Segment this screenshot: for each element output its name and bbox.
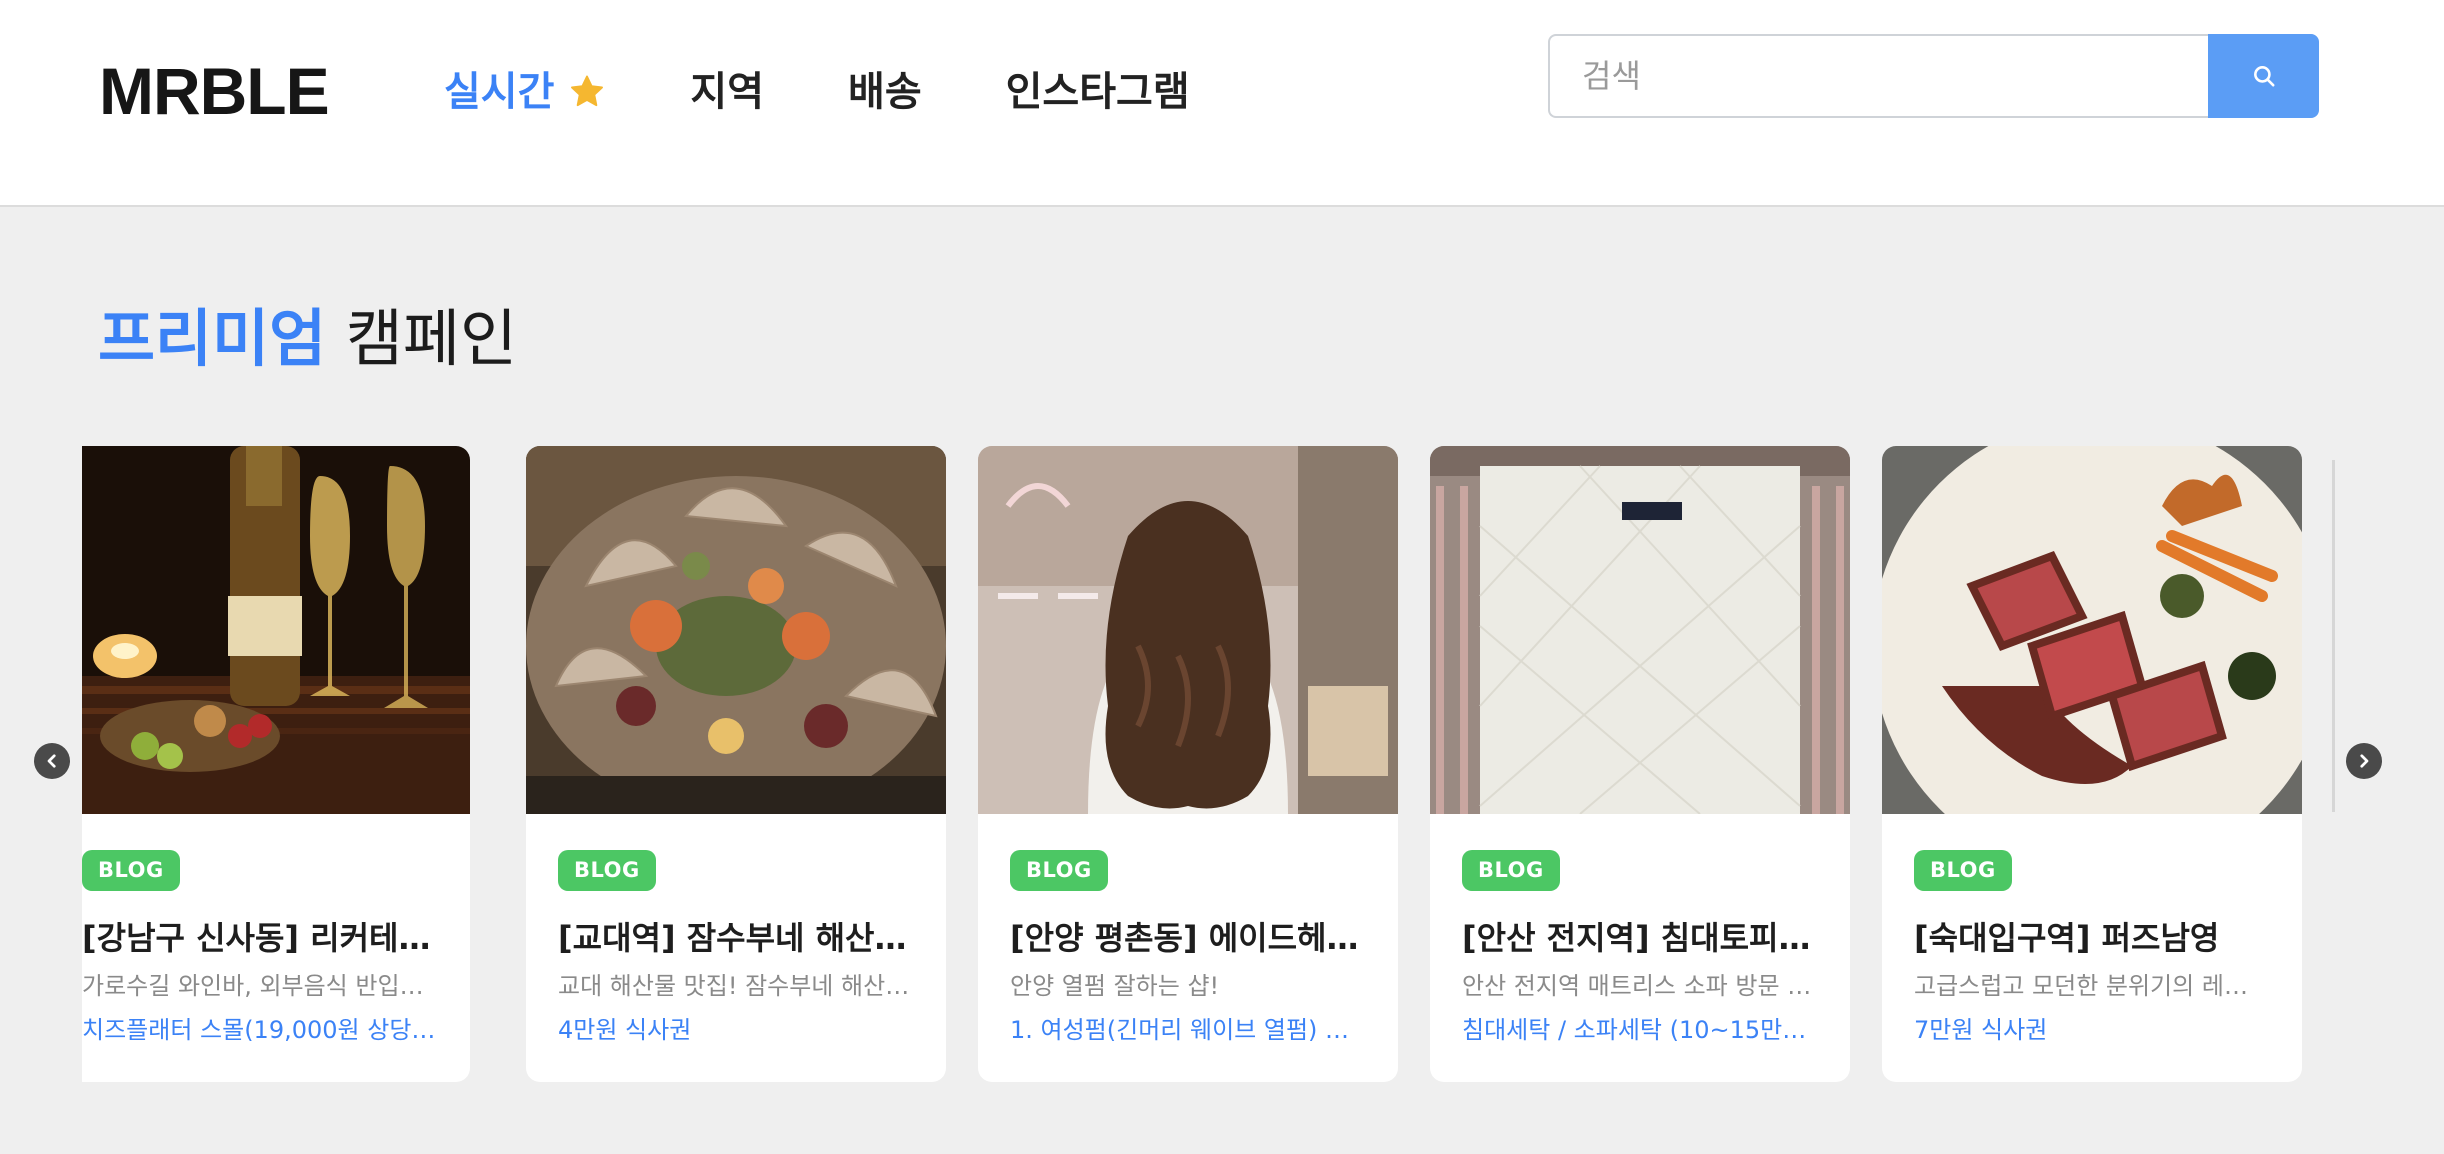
campaign-card[interactable]: BLOG [교대역] 잠수부네 해산물포차 교대 해산물 맛집! 잠수부네 해산… <box>526 446 946 1082</box>
carousel-next-button[interactable] <box>2346 743 2382 779</box>
steak-dish-photo <box>1882 446 2302 814</box>
card-offer: 1. 여성펌(긴머리 웨이브 열펌) = 2회 <box>1010 1015 1366 1044</box>
search-input[interactable] <box>1548 34 2208 118</box>
card-description: 고급스럽고 모던한 분위기의 레스토랑 <box>1914 972 2270 1001</box>
card-description: 안산 전지역 매트리스 소파 방문 청소 <box>1462 972 1818 1001</box>
carousel-prev-button[interactable] <box>34 743 70 779</box>
wine-bar-photo <box>82 446 470 814</box>
campaign-card[interactable]: BLOG [안산 전지역] 침대토피아 안산점 안산 전지역 매트리스 소파 방… <box>1430 446 1850 1082</box>
seafood-platter-photo <box>526 446 946 814</box>
nav-item-label: 지역 <box>690 69 765 115</box>
section-title: 프리미엄 캠페인 <box>98 308 517 370</box>
nav-item-delivery[interactable]: 배송 <box>848 72 922 112</box>
blog-badge: BLOG <box>1914 850 2012 891</box>
blog-badge: BLOG <box>82 850 180 891</box>
section-title-accent: 프리미엄 <box>98 302 327 375</box>
star-icon <box>571 75 604 107</box>
section-title-rest: 캠페인 <box>345 302 518 375</box>
card-title: [교대역] 잠수부네 해산물포차 <box>558 919 914 957</box>
blog-badge: BLOG <box>558 850 656 891</box>
wavy-hair-photo <box>978 446 1398 814</box>
card-offer: 4만원 식사권 <box>558 1015 692 1044</box>
search-icon <box>2253 66 2275 87</box>
main-nav: 실시간 지역 배송 인스타그램 <box>444 64 1274 120</box>
blog-badge: BLOG <box>1010 850 1108 891</box>
chevron-right-icon <box>2360 754 2369 768</box>
search-bar <box>1548 34 2319 118</box>
campaign-card[interactable]: BLOG [안양 평촌동] 에이드헤어 평촌점 안양 열펌 잘하는 샵! 1. … <box>978 446 1398 1082</box>
card-offer: 치즈플래터 스몰(19,000원 상당) 제공 <box>82 1015 438 1044</box>
chevron-left-icon <box>47 754 56 768</box>
nav-item-label: 배송 <box>848 69 922 115</box>
card-title: [강남구 신사동] 리커테이션 <box>82 919 438 957</box>
card-description: 안양 열펌 잘하는 샵! <box>1010 972 1220 1001</box>
blog-badge: BLOG <box>1462 850 1560 891</box>
card-title: [안산 전지역] 침대토피아 안산점 <box>1462 919 1818 957</box>
card-description: 가로수길 와인바, 외부음식 반입가능 <box>82 972 438 1001</box>
nav-item-label: 실시간 <box>444 69 555 115</box>
card-description: 교대 해산물 맛집! 잠수부네 해산물포차 <box>558 972 914 1001</box>
nav-item-region[interactable]: 지역 <box>690 72 764 112</box>
campaign-card[interactable]: BLOG [숙대입구역] 퍼즈남영 고급스럽고 모던한 분위기의 레스토랑 7만… <box>1882 446 2302 1082</box>
search-button[interactable] <box>2208 34 2319 118</box>
card-title: [안양 평촌동] 에이드헤어 평촌점 <box>1010 919 1366 957</box>
nav-item-realtime[interactable]: 실시간 <box>444 72 606 112</box>
mattress-photo <box>1430 446 1850 814</box>
logo[interactable]: MRBLE <box>99 58 330 124</box>
campaign-card[interactable]: BLOG [강남구 신사동] 리커테이션 가로수길 와인바, 외부음식 반입가능… <box>82 446 470 1082</box>
card-offer: 침대세탁 / 소파세탁 (10~15만원 상당) <box>1462 1015 1818 1044</box>
header: MRBLE 실시간 지역 배송 인스타그램 <box>0 0 2444 207</box>
campaign-carousel: BLOG [강남구 신사동] 리커테이션 가로수길 와인바, 외부음식 반입가능… <box>82 446 2334 1082</box>
nav-item-instagram[interactable]: 인스타그램 <box>1006 72 1190 112</box>
nav-item-label: 인스타그램 <box>1005 69 1190 115</box>
card-title: [숙대입구역] 퍼즈남영 <box>1914 919 2220 957</box>
next-card-edge <box>2332 460 2335 812</box>
card-offer: 7만원 식사권 <box>1914 1015 2048 1044</box>
